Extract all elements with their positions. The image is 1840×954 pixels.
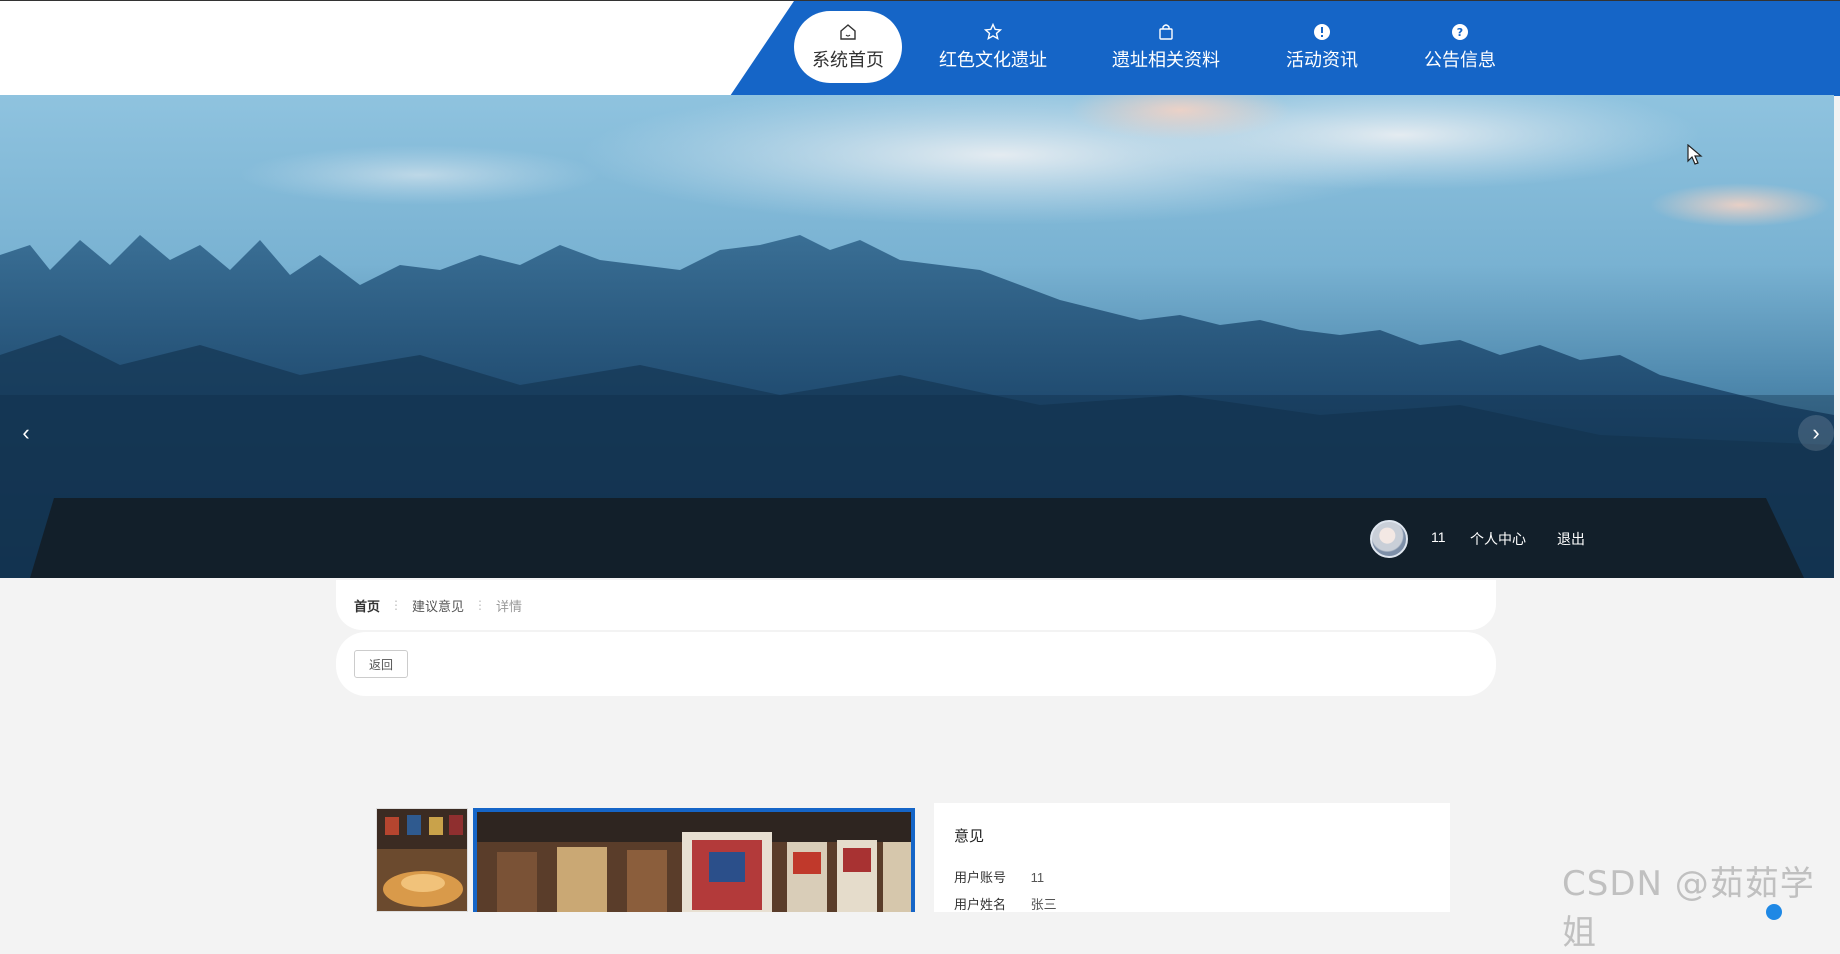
- bag-icon: [1157, 22, 1175, 42]
- breadcrumb-home[interactable]: 首页: [354, 596, 380, 615]
- action-card: 返回: [336, 632, 1496, 696]
- detail-row-name: 用户姓名 张三: [954, 894, 1057, 913]
- detail-title: 意见: [954, 828, 985, 845]
- exhibit-photo: [477, 812, 911, 912]
- breadcrumb-suggestions[interactable]: 建议意见: [412, 596, 464, 615]
- carousel-prev-arrow[interactable]: ‹: [8, 415, 44, 451]
- field-label: 用户姓名: [954, 897, 1007, 912]
- nav-item-label: 活动资讯: [1286, 50, 1358, 70]
- nav-item-label: 红色文化遗址: [939, 50, 1047, 70]
- gallery-main-image: [473, 808, 915, 912]
- field-value: 11: [1030, 870, 1045, 885]
- home-icon: [839, 22, 857, 42]
- hero-carousel[interactable]: ‹ ›: [0, 95, 1834, 578]
- info-icon: [1313, 22, 1331, 42]
- user-name: 11: [1431, 529, 1446, 545]
- personal-center-link[interactable]: 个人中心: [1470, 529, 1526, 549]
- nav-item-home[interactable]: 系统首页: [794, 11, 902, 83]
- field-label: 用户账号: [954, 870, 1007, 885]
- mouse-cursor-icon: [1687, 144, 1703, 165]
- user-info-band: [30, 498, 1804, 578]
- help-icon: ?: [1451, 22, 1469, 42]
- top-navbar: 系统首页 红色文化遗址 遗址相关资料 活动资讯 ? 公告信息: [0, 0, 1840, 96]
- nav-item-label: 公告信息: [1424, 50, 1496, 70]
- avatar[interactable]: [1370, 520, 1408, 558]
- breadcrumb: 首页 ⋮ 建议意见 ⋮ 详情: [336, 580, 1496, 630]
- breadcrumb-separator: ⋮: [390, 598, 403, 612]
- logout-link[interactable]: 退出: [1557, 529, 1585, 549]
- nav-item-activity-news[interactable]: 活动资讯: [1278, 11, 1366, 83]
- carousel-next-arrow[interactable]: ›: [1798, 415, 1834, 451]
- nav-item-label: 系统首页: [812, 50, 884, 70]
- csdn-watermark: CSDN @茹茹学姐: [1562, 864, 1815, 953]
- back-button[interactable]: 返回: [354, 650, 408, 678]
- thumbnail-image: [377, 809, 467, 911]
- star-icon: [984, 22, 1002, 42]
- nav-item-red-culture-sites[interactable]: 红色文化遗址: [936, 11, 1050, 83]
- floating-dot-icon[interactable]: [1766, 904, 1782, 920]
- breadcrumb-current: 详情: [496, 598, 523, 614]
- breadcrumb-separator: ⋮: [474, 598, 487, 612]
- nav-item-site-materials[interactable]: 遗址相关资料: [1108, 11, 1224, 83]
- nav-item-label: 遗址相关资料: [1112, 50, 1220, 70]
- detail-row-account: 用户账号 11: [954, 867, 1044, 886]
- nav-item-announcements[interactable]: ? 公告信息: [1416, 11, 1504, 83]
- gallery-thumbnail[interactable]: [376, 808, 468, 912]
- detail-card: 意见 用户账号 11 用户姓名 张三: [934, 803, 1450, 912]
- field-value: 张三: [1030, 897, 1057, 912]
- svg-text:?: ?: [1457, 26, 1463, 39]
